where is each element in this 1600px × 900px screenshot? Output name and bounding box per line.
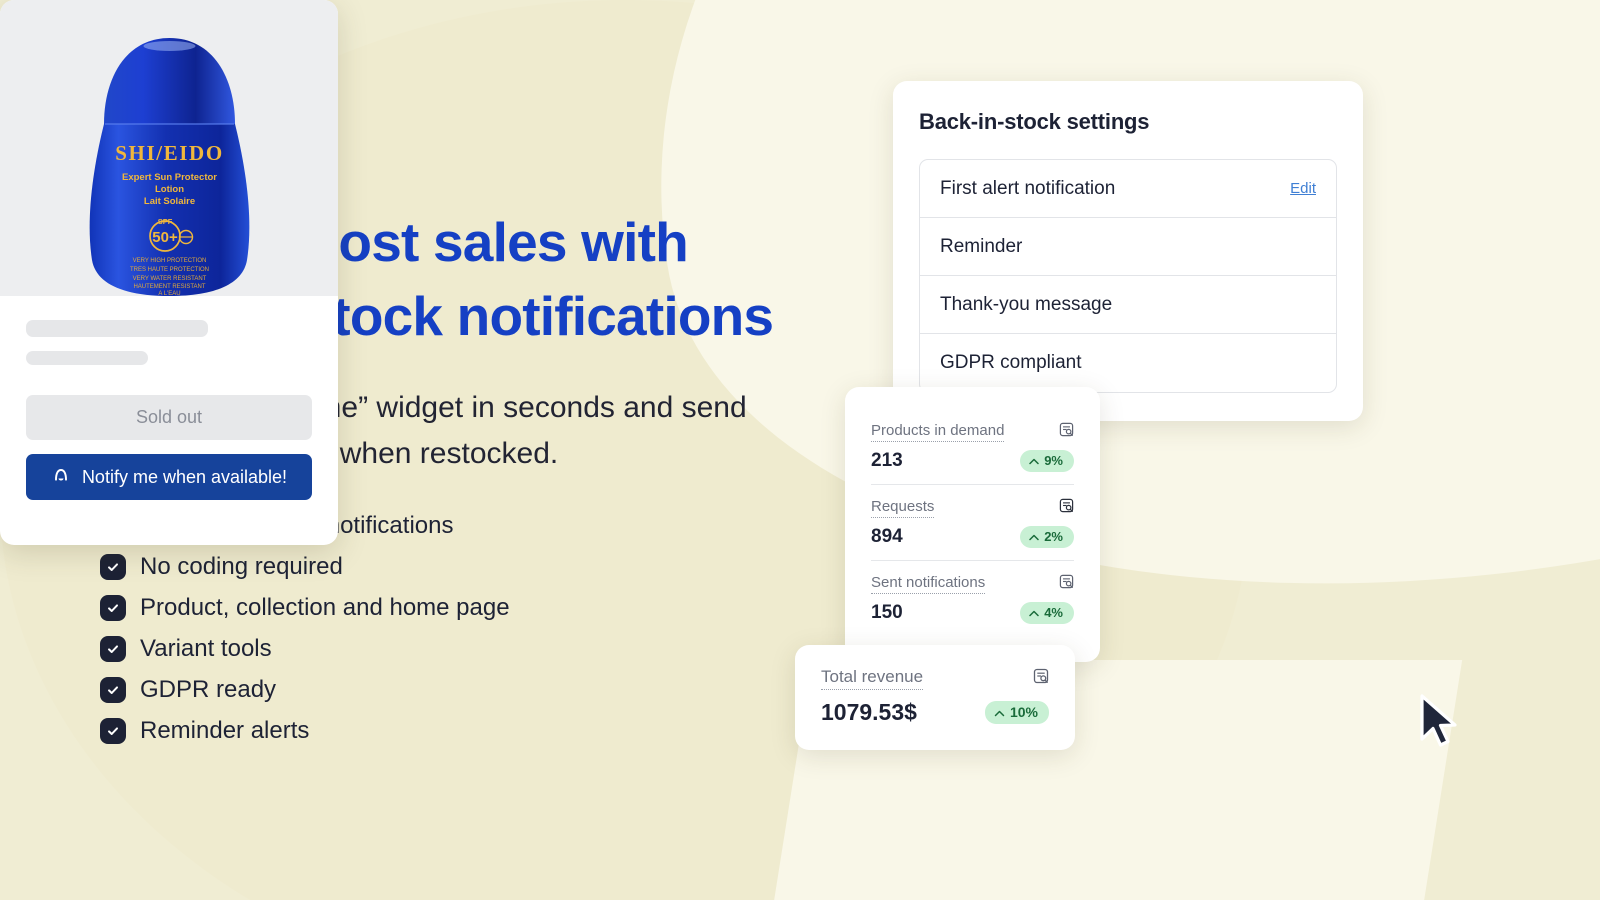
badge-value: 2% — [1044, 529, 1063, 544]
stats-card: Products in demand 213 9% Requests 894 2… — [845, 387, 1100, 662]
svg-text:50+: 50+ — [152, 229, 178, 246]
settings-row-label: Thank-you message — [940, 293, 1113, 315]
product-widget-card: SHI/EIDO Expert Sun Protector Lotion Lai… — [0, 0, 338, 545]
status-badge: 4% — [1020, 602, 1074, 624]
status-badge: 2% — [1020, 526, 1074, 548]
badge-value: 9% — [1044, 453, 1063, 468]
document-search-icon[interactable] — [1059, 498, 1074, 518]
notify-button-label: Notify me when available! — [81, 466, 288, 487]
revenue-label: Total revenue — [821, 667, 924, 690]
svg-text:HAUTEMENT RESISTANT: HAUTEMENT RESISTANT — [133, 284, 205, 290]
screenshot-collage: Back-in-stock settings First alert notif… — [0, 0, 1600, 900]
badge-value: 4% — [1044, 605, 1063, 620]
svg-text:SHI/EIDO: SHI/EIDO — [115, 141, 224, 165]
stat-sent-notifications: Sent notifications 150 4% — [871, 561, 1074, 636]
settings-row-gdpr[interactable]: GDPR compliant — [920, 334, 1336, 392]
revenue-value: 1079.53$ — [821, 699, 917, 725]
settings-row-label: GDPR compliant — [940, 352, 1082, 373]
stat-label: Products in demand — [871, 422, 1005, 442]
svg-text:Lait Solaire: Lait Solaire — [143, 196, 194, 207]
stat-value: 894 — [871, 526, 903, 547]
chevron-up-icon — [994, 704, 1005, 720]
product-details: Sold out Notify me when available! — [0, 296, 338, 500]
svg-text:VERY WATER RESISTANT: VERY WATER RESISTANT — [132, 276, 206, 282]
svg-text:Expert Sun Protector: Expert Sun Protector — [121, 172, 216, 183]
back-in-stock-settings-card: Back-in-stock settings First alert notif… — [893, 81, 1363, 421]
product-price-placeholder — [26, 351, 148, 365]
sold-out-button: Sold out — [26, 395, 312, 440]
product-title-placeholder — [26, 320, 208, 337]
document-search-icon[interactable] — [1033, 668, 1049, 689]
settings-row-reminder[interactable]: Reminder — [920, 218, 1336, 276]
total-revenue-card: Total revenue 1079.53$ 10% — [795, 645, 1075, 750]
svg-text:TRES HAUTE PROTECTION: TRES HAUTE PROTECTION — [129, 267, 208, 273]
document-search-icon[interactable] — [1059, 422, 1074, 442]
stat-label: Sent notifications — [871, 574, 986, 594]
svg-text:Lotion: Lotion — [154, 184, 183, 195]
svg-text:A L'EAU: A L'EAU — [158, 291, 180, 297]
bell-icon — [51, 465, 71, 490]
badge-value: 10% — [1009, 704, 1038, 720]
document-search-icon[interactable] — [1059, 574, 1074, 594]
notify-me-button[interactable]: Notify me when available! — [26, 454, 312, 500]
stat-value: 213 — [871, 450, 903, 471]
settings-row-label: First alert notification — [940, 177, 1116, 199]
status-badge: 10% — [984, 701, 1049, 724]
sold-out-label: Sold out — [135, 407, 203, 427]
settings-row-first-alert[interactable]: First alert notification Edit — [920, 160, 1336, 218]
settings-card-title: Back-in-stock settings — [919, 109, 1150, 134]
settings-row-label: Reminder — [940, 235, 1023, 257]
product-image: SHI/EIDO Expert Sun Protector Lotion Lai… — [0, 0, 338, 297]
chevron-up-icon — [1029, 605, 1039, 620]
svg-text:VERY HIGH PROTECTION: VERY HIGH PROTECTION — [132, 258, 206, 264]
stat-products-in-demand: Products in demand 213 9% — [871, 409, 1074, 485]
stat-label: Requests — [871, 498, 935, 518]
status-badge: 9% — [1020, 450, 1074, 472]
stat-value: 150 — [871, 602, 903, 623]
chevron-up-icon — [1029, 529, 1039, 544]
chevron-up-icon — [1029, 453, 1039, 468]
edit-link[interactable]: Edit — [1290, 180, 1316, 197]
mouse-pointer-icon — [1418, 694, 1466, 757]
settings-row-thank-you[interactable]: Thank-you message — [920, 276, 1336, 334]
stat-requests: Requests 894 2% — [871, 485, 1074, 561]
settings-list: First alert notification Edit Reminder T… — [919, 159, 1337, 393]
